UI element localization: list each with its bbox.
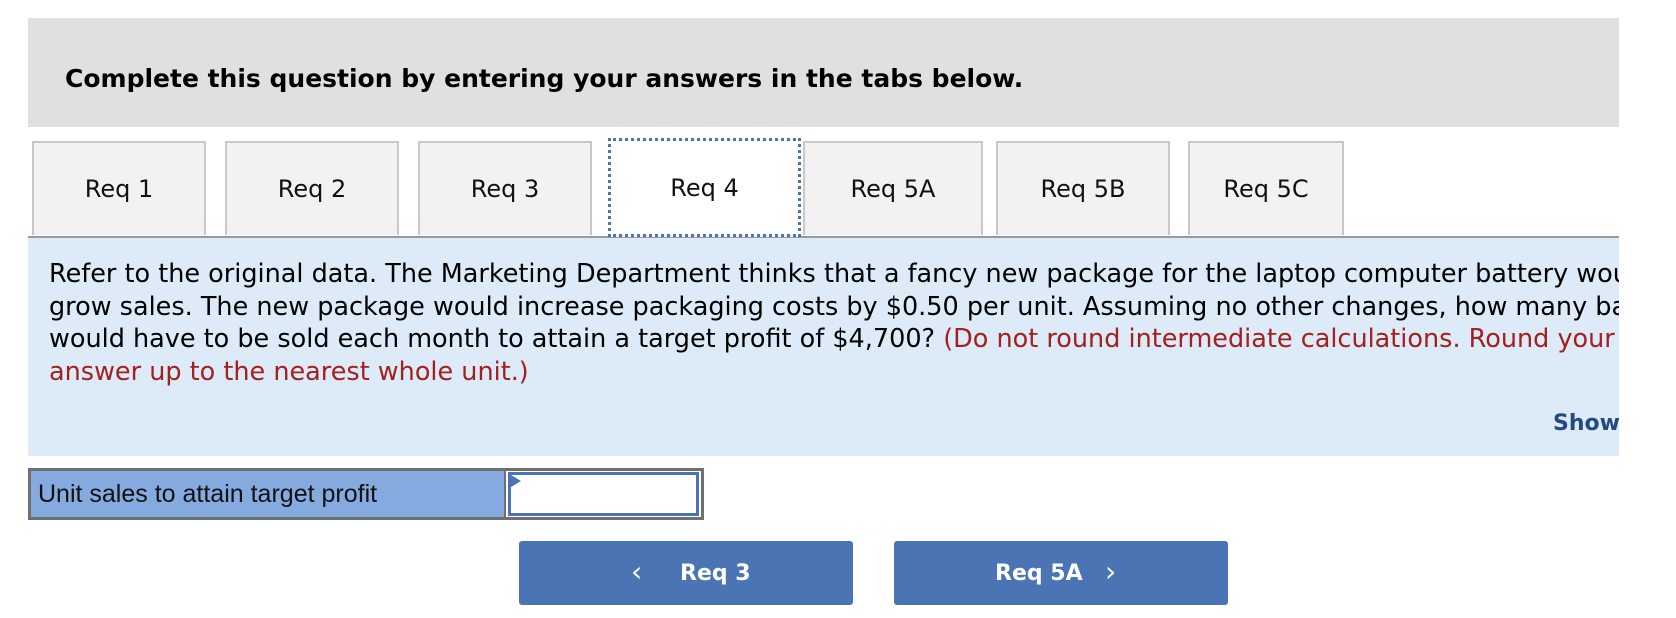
tab-req-5b[interactable]: Req 5B — [996, 141, 1170, 235]
input-marker-icon — [511, 475, 521, 487]
unit-sales-input[interactable] — [508, 472, 699, 516]
answer-table-row: Unit sales to attain target profit — [28, 468, 704, 520]
instruction-banner: Complete this question by entering your … — [28, 18, 1619, 127]
tab-req-5a[interactable]: Req 5A — [803, 141, 983, 235]
show-less-link[interactable]: Show less — [1553, 411, 1619, 436]
question-line-1: Refer to the original data. The Marketin… — [49, 259, 1619, 289]
next-req-button[interactable]: Req 5A › — [894, 541, 1228, 605]
unit-sales-label: Unit sales to attain target profit — [28, 468, 506, 520]
question-line-3: would have to be sold each month to atta… — [49, 323, 1619, 356]
rounding-instruction-cont: answer up to the nearest whole unit.) — [49, 356, 529, 387]
tab-req-4[interactable]: Req 4 — [608, 138, 801, 237]
tab-req-5c[interactable]: Req 5C — [1188, 141, 1344, 235]
requirement-tabs: Req 1 Req 2 Req 3 Req 4 Req 5A Req 5B Re… — [32, 138, 1619, 237]
next-req-label: Req 5A — [995, 561, 1083, 586]
tab-req-3[interactable]: Req 3 — [418, 141, 592, 235]
question-line-2: grow sales. The new package would increa… — [49, 291, 1619, 322]
tab-req-1[interactable]: Req 1 — [32, 141, 206, 235]
prev-req-button[interactable]: ‹ Req 3 — [519, 541, 853, 605]
rounding-instruction: (Do not round intermediate calculations.… — [943, 324, 1615, 354]
instruction-text: Complete this question by entering your … — [65, 64, 1024, 93]
question-line-3-text: would have to be sold each month to atta… — [49, 324, 944, 354]
page-viewport: Complete this question by entering your … — [0, 0, 1619, 618]
question-panel: Refer to the original data. The Marketin… — [28, 238, 1619, 456]
chevron-left-icon: ‹ — [631, 555, 643, 588]
chevron-right-icon: › — [1105, 555, 1117, 588]
question-text: Refer to the original data. The Marketin… — [49, 258, 1619, 388]
prev-req-label: Req 3 — [680, 561, 751, 586]
unit-sales-cell — [506, 468, 704, 520]
tab-req-2[interactable]: Req 2 — [225, 141, 399, 235]
